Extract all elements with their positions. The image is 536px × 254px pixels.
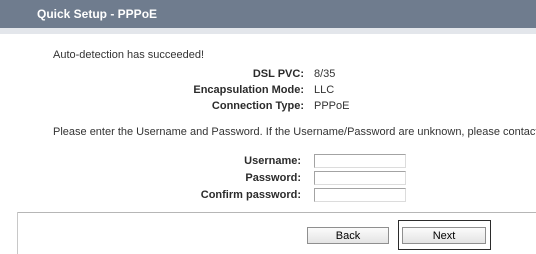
connection-type-value: PPPoE xyxy=(314,100,350,112)
encapsulation-mode-value: LLC xyxy=(314,84,335,96)
footer-left-border xyxy=(17,212,18,254)
header-divider xyxy=(0,28,536,34)
dsl-pvc-value: 8/35 xyxy=(314,68,336,80)
footer-divider xyxy=(17,212,536,213)
page-header: Quick Setup - PPPoE xyxy=(0,0,536,28)
connection-type-label: Connection Type: xyxy=(211,100,304,112)
next-button[interactable]: Next xyxy=(402,227,486,244)
confirm-password-input[interactable] xyxy=(314,188,406,202)
username-label: Username: xyxy=(244,155,301,167)
username-input[interactable] xyxy=(314,154,406,168)
password-input[interactable] xyxy=(314,171,406,185)
page-title: Quick Setup - PPPoE xyxy=(37,7,158,21)
instruction-text: Please enter the Username and Password. … xyxy=(53,126,536,138)
back-button[interactable]: Back xyxy=(307,227,389,244)
password-label: Password: xyxy=(245,172,301,184)
confirm-password-label: Confirm password: xyxy=(200,189,301,201)
dsl-pvc-label: DSL PVC: xyxy=(252,68,304,80)
encapsulation-mode-label: Encapsulation Mode: xyxy=(193,84,304,96)
status-message: Auto-detection has succeeded! xyxy=(53,49,205,61)
